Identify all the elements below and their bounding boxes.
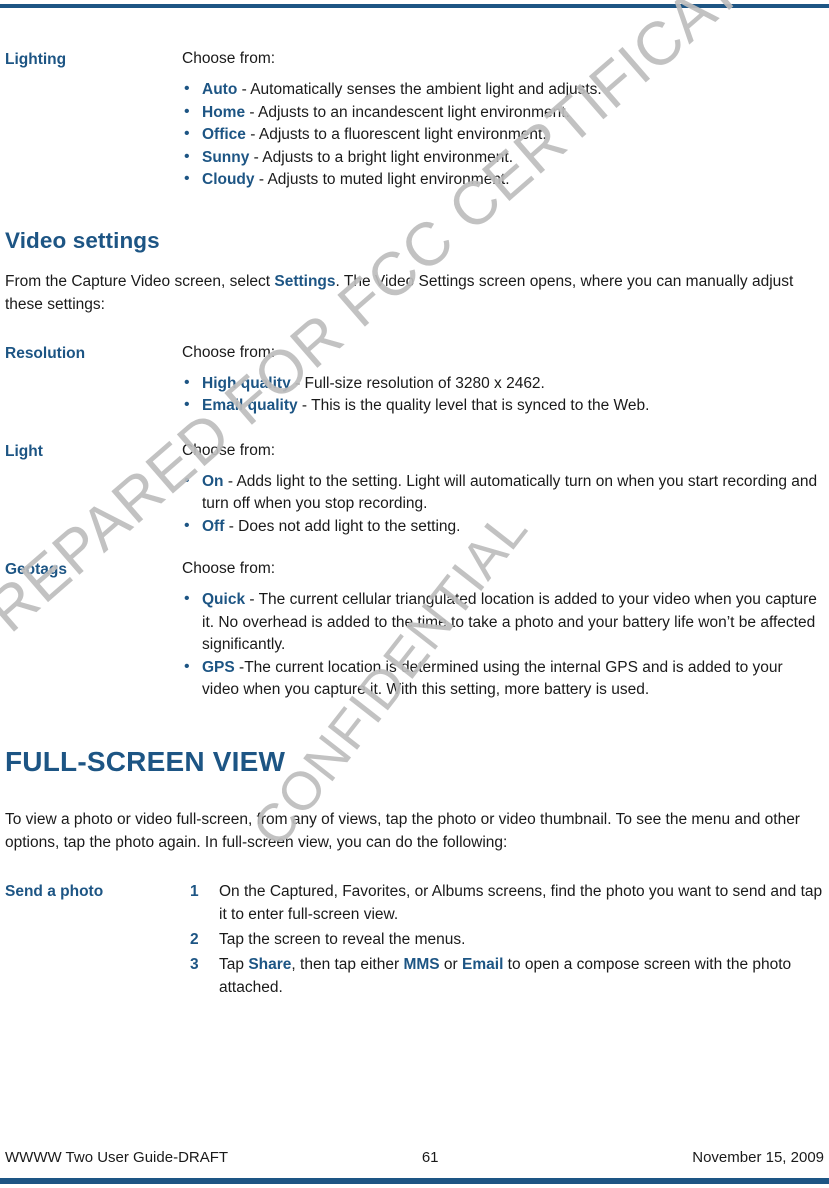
list-item: Home - Adjusts to an incandescent light …: [182, 101, 824, 125]
term-send-a-photo: Send a photo: [5, 882, 104, 900]
list-item: GPS -The current location is determined …: [182, 656, 824, 702]
footer-date: November 15, 2009: [692, 1149, 824, 1166]
step-text-part: or: [439, 955, 463, 973]
list-item: 3 Tap Share, then tap either MMS or Email…: [182, 953, 824, 999]
term-resolution: Resolution: [5, 344, 86, 362]
lighting-option-list: Auto - Automatically senses the ambient …: [182, 78, 824, 192]
term-lighting: Lighting: [5, 51, 67, 68]
definition-light: Choose from: On - Adds light to the sett…: [182, 440, 824, 539]
step-text-part: Tap: [219, 955, 249, 973]
step-keyword-email: Email: [462, 955, 504, 973]
option-text: - Adjusts to a bright light environment.: [249, 148, 514, 166]
light-intro: Choose from:: [182, 441, 276, 459]
option-keyword: Off: [202, 517, 225, 535]
list-item: 1 On the Captured, Favorites, or Albums s…: [182, 880, 824, 926]
option-text: -The current location is determined usin…: [202, 658, 783, 699]
lead-text-pre: From the Capture Video screen, select: [5, 272, 275, 290]
option-text: - The current cellular triangulated loca…: [202, 591, 817, 653]
option-text: - Automatically senses the ambient light…: [237, 81, 602, 98]
definition-geotags: Choose from: Quick - The current cellula…: [182, 558, 824, 702]
list-item: Office - Adjusts to a fluorescent light …: [182, 123, 824, 147]
definition-row-light: Light Choose from: On - Adds light to th…: [5, 440, 824, 539]
definition-resolution: Choose from: High quality - Full-size re…: [182, 342, 824, 418]
option-keyword: Home: [202, 103, 246, 121]
list-item: Auto - Automatically senses the ambient …: [182, 78, 824, 102]
option-keyword: GPS: [202, 658, 235, 676]
step-text: On the Captured, Favorites, or Albums sc…: [219, 882, 823, 923]
light-option-list: On - Adds light to the setting. Light wi…: [182, 470, 824, 539]
option-keyword: High quality: [202, 374, 291, 392]
option-text: - Adds light to the setting. Light will …: [202, 472, 818, 513]
step-number: 3: [190, 955, 199, 973]
heading-video-settings: Video settings: [5, 227, 160, 253]
option-text: - Adjusts to muted light environment.: [254, 171, 510, 188]
list-item: Cloudy - Adjusts to muted light environm…: [182, 168, 824, 192]
list-item: On - Adds light to the setting. Light wi…: [182, 470, 824, 516]
list-item: High quality - Full-size resolution of 3…: [182, 372, 824, 396]
term-light: Light: [5, 442, 43, 460]
resolution-intro: Choose from:: [182, 343, 276, 361]
option-keyword: Email quality: [202, 397, 298, 414]
step-keyword-share: Share: [248, 955, 292, 973]
option-keyword: Sunny: [202, 148, 250, 166]
footer-page-number: 61: [421, 1149, 439, 1166]
option-keyword: Cloudy: [202, 171, 255, 188]
list-item: 2 Tap the screen to reveal the menus.: [182, 928, 824, 951]
geotags-option-list: Quick - The current cellular triangulate…: [182, 588, 824, 702]
option-text: - Does not add light to the setting.: [224, 517, 461, 535]
geotags-intro: Choose from:: [182, 560, 276, 577]
step-text-part: , then tap either: [291, 955, 404, 973]
footer-document-title: WWWW Two User Guide-DRAFT: [5, 1149, 229, 1166]
option-keyword: Office: [202, 126, 246, 143]
definition-row-lighting: Lighting Choose from: Auto - Automatical…: [5, 48, 824, 192]
definition-lighting: Choose from: Auto - Automatically senses…: [182, 48, 824, 192]
option-text: - Adjusts to a fluorescent light environ…: [245, 126, 547, 143]
option-keyword: Auto: [202, 81, 238, 98]
list-item: Off - Does not add light to the setting.: [182, 515, 824, 539]
option-keyword: On: [202, 472, 224, 490]
heading-full-screen-view: FULL-SCREEN VIEW: [5, 745, 286, 777]
definition-row-geotags: Geotags Choose from: Quick - The current…: [5, 558, 824, 702]
page-content: Lighting Choose from: Auto - Automatical…: [5, 48, 824, 1001]
option-text: - Adjusts to an incandescent light envir…: [245, 103, 570, 121]
lead-keyword-settings: Settings: [274, 272, 336, 290]
document-page: Lighting Choose from: Auto - Automatical…: [0, 0, 829, 1188]
term-geotags: Geotags: [5, 561, 68, 578]
step-number: 1: [190, 882, 199, 900]
lighting-intro: Choose from:: [182, 50, 276, 67]
step-number: 2: [190, 930, 199, 948]
send-a-photo-step-list: 1 On the Captured, Favorites, or Albums s…: [182, 880, 824, 999]
option-text: - This is the quality level that is sync…: [297, 397, 650, 414]
resolution-option-list: High quality - Full-size resolution of 3…: [182, 372, 824, 418]
step-keyword-mms: MMS: [403, 955, 440, 973]
definition-send-a-photo: 1 On the Captured, Favorites, or Albums s…: [182, 880, 824, 1001]
step-text: Tap Share, then tap either MMS or Email …: [219, 956, 791, 996]
list-item: Quick - The current cellular triangulate…: [182, 588, 824, 657]
option-keyword: Quick: [202, 591, 246, 608]
video-settings-lead: From the Capture Video screen, select Se…: [5, 270, 824, 316]
page-footer: WWWW Two User Guide-DRAFT 61 November 15…: [5, 1149, 824, 1166]
option-text: - Full-size resolution of 3280 x 2462.: [290, 374, 545, 392]
list-item: Sunny - Adjusts to a bright light enviro…: [182, 146, 824, 170]
definition-row-send-a-photo: Send a photo 1 On the Captured, Favorites…: [5, 880, 824, 1001]
definition-row-resolution: Resolution Choose from: High quality - F…: [5, 342, 824, 418]
full-screen-view-lead: To view a photo or video full-screen, fr…: [5, 810, 800, 851]
list-item: Email quality - This is the quality leve…: [182, 394, 824, 418]
step-text: Tap the screen to reveal the menus.: [219, 930, 466, 948]
